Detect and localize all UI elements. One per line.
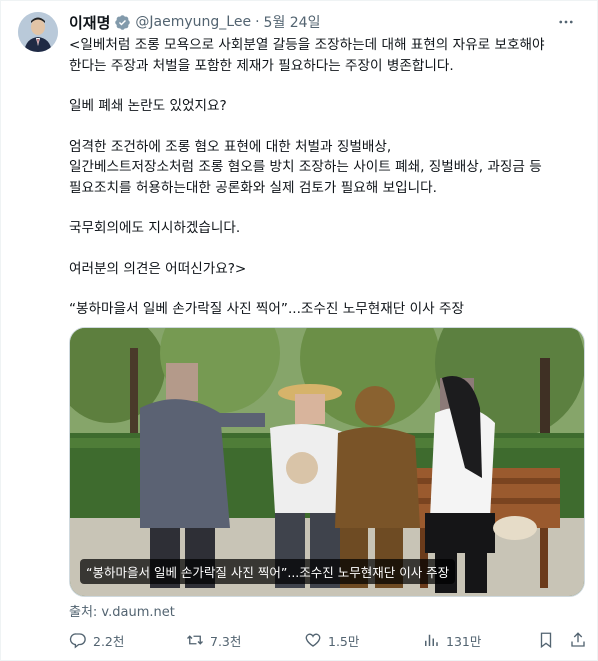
author-name[interactable]: 이재명 — [69, 12, 110, 33]
link-source[interactable]: 출처: v.daum.net — [69, 601, 175, 620]
tweet-paragraph: 일베 폐쇄 논란도 있었지요? — [69, 98, 227, 114]
tweet-card: 이재명 @Jaemyung_Lee · 5월 24일 <일베처럼 조롱 모욕으로… — [0, 0, 598, 661]
like-icon — [305, 633, 321, 647]
more-icon[interactable] — [555, 11, 577, 33]
reply-button[interactable]: 2.2천 — [69, 629, 124, 651]
link-card-title: “봉하마을서 일베 손가락질 사진 찍어”...조수진 노무현재단 이사 주장 — [69, 301, 464, 317]
reply-count: 2.2천 — [93, 633, 125, 649]
reply-icon — [69, 633, 86, 649]
views-icon — [425, 634, 438, 646]
action-bar: 2.2천 7.3천 1.5만 131만 — [69, 629, 587, 651]
link-card-image[interactable]: “봉하마을서 일베 손가락질 사진 찍어”...조수진 노무현재단 이사 주장 — [69, 327, 585, 597]
retweet-button[interactable]: 7.3천 — [186, 629, 241, 651]
retweet-count: 7.3천 — [210, 633, 242, 649]
tweet-paragraph: 엄격한 조건하에 조롱 혐오 표현에 대한 처벌과 징벌배상, 일간베스트저장소… — [69, 138, 542, 196]
retweet-icon — [187, 635, 203, 645]
tweet-paragraph: <일베처럼 조롱 모욕으로 사회분열 갈등을 조장하는데 대해 표현의 자유로 … — [69, 37, 545, 74]
tweet-paragraph: 여러분의 의견은 어떠신가요?> — [69, 260, 247, 277]
author-handle[interactable]: @Jaemyung_Lee — [135, 14, 251, 30]
bookmark-icon — [540, 632, 552, 649]
share-icon — [571, 632, 585, 647]
separator-dot: · — [255, 14, 260, 30]
verified-badge-icon — [114, 14, 131, 31]
tweet-paragraph: 국무회의에도 지시하겠습니다. — [69, 220, 241, 236]
media-caption: “봉하마을서 일베 손가락질 사진 찍어”...조수진 노무현재단 이사 주장 — [80, 559, 456, 584]
tweet-text: <일베처럼 조롱 모욕으로 사회분열 갈등을 조장하는데 대해 표현의 자유로 … — [69, 35, 587, 320]
like-button[interactable]: 1.5만 — [304, 629, 359, 651]
tweet-header: 이재명 @Jaemyung_Lee · 5월 24일 — [69, 11, 577, 33]
share-button[interactable] — [569, 629, 587, 651]
views-button[interactable]: 131만 — [422, 629, 481, 651]
photo-illustration — [70, 328, 584, 596]
avatar[interactable] — [18, 12, 58, 52]
views-count: 131만 — [446, 633, 482, 649]
like-count: 1.5만 — [328, 633, 360, 649]
bookmark-button[interactable] — [537, 629, 555, 651]
tweet-date[interactable]: 5월 24일 — [264, 12, 321, 32]
